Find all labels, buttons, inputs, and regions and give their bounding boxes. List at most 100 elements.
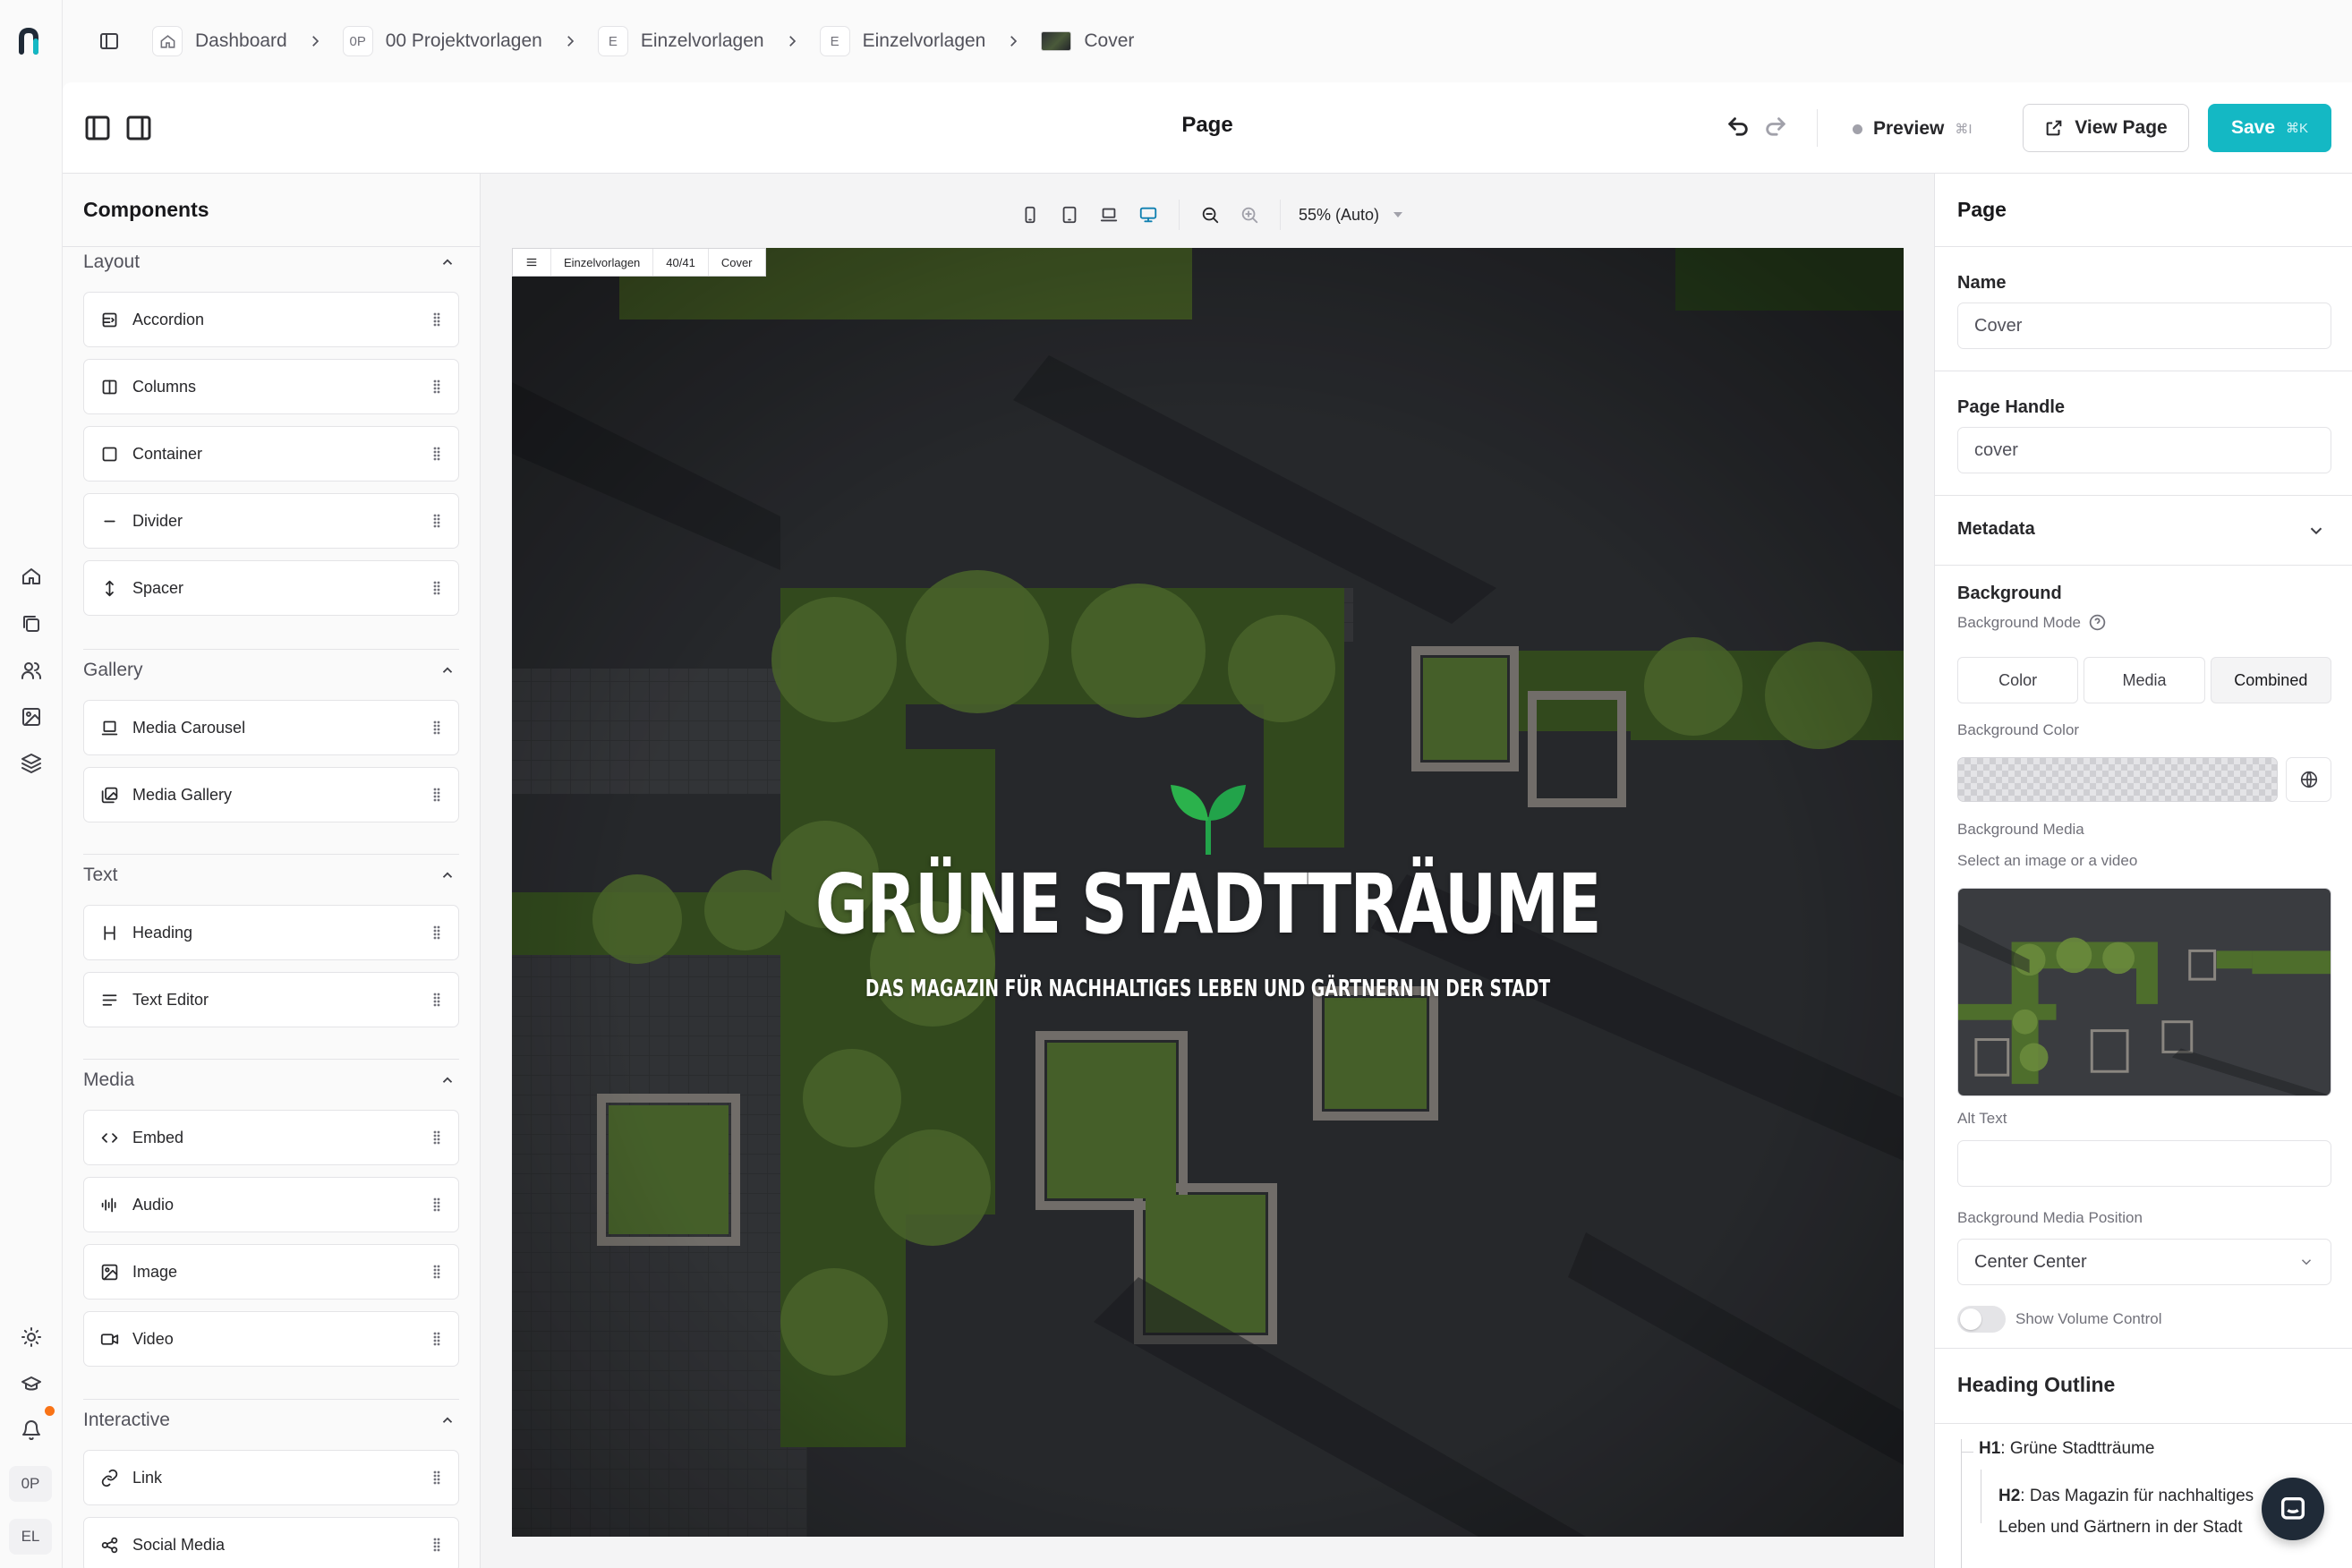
toggle-left-panel-button[interactable] [81, 111, 115, 145]
drag-handle-icon[interactable] [433, 1197, 440, 1212]
background-mode-media[interactable]: Media [2084, 657, 2205, 703]
component-item-text-editor[interactable]: Text Editor [83, 972, 459, 1027]
support-chat-button[interactable] [2262, 1478, 2324, 1540]
drag-handle-icon[interactable] [433, 1265, 440, 1279]
color-globe-button[interactable] [2286, 757, 2331, 802]
drag-handle-icon[interactable] [433, 788, 440, 802]
background-mode-combined[interactable]: Combined [2210, 657, 2331, 703]
outline-h1[interactable]: H1: Grüne Stadtträume [1979, 1439, 2154, 1459]
zoom-select[interactable]: 55% (Auto) [1299, 206, 1404, 225]
zoom-out-button[interactable] [1190, 195, 1230, 234]
background-media-thumbnail[interactable] [1957, 888, 2331, 1096]
breadcrumb-item-current-page[interactable]: Cover [1041, 30, 1134, 52]
section-header[interactable]: Media [83, 1062, 459, 1098]
component-item-container[interactable]: Container [83, 426, 459, 481]
hero-subheading[interactable]: DAS MAGAZIN FÜR NACHHALTIGES LEBEN UND G… [707, 976, 1709, 1002]
breadcrumb-item-dashboard[interactable]: Dashboard [152, 26, 287, 56]
alt-text-input[interactable] [1957, 1140, 2331, 1187]
drag-handle-icon[interactable] [433, 312, 440, 327]
redo-button[interactable] [1760, 111, 1792, 143]
component-item-divider[interactable]: Divider [83, 493, 459, 549]
drag-handle-icon[interactable] [433, 925, 440, 940]
save-button[interactable]: Save ⌘K [2208, 104, 2331, 152]
page-preview-frame[interactable]: GRÜNE STADTTRÄUME DAS MAGAZIN FÜR NACHHA… [512, 248, 1904, 1537]
device-tablet-button[interactable] [1050, 195, 1089, 234]
media-library-icon[interactable] [18, 703, 45, 730]
device-mobile-button[interactable] [1010, 195, 1050, 234]
component-item-social-media[interactable]: Social Media [83, 1517, 459, 1568]
breadcrumb-item-collection[interactable]: E Einzelvorlagen [597, 26, 764, 56]
drag-handle-icon[interactable] [433, 447, 440, 461]
component-item-label: Text Editor [132, 990, 209, 1009]
breadcrumb-bar: Dashboard 0P 00 Projektvorlagen E Einzel… [63, 0, 2352, 82]
outline-h2-tag: H2 [1998, 1487, 2021, 1505]
component-item-embed[interactable]: Embed [83, 1110, 459, 1165]
sidebar-toggle-button[interactable] [89, 21, 129, 61]
device-desktop-button[interactable] [1129, 195, 1168, 234]
component-item-video[interactable]: Video [83, 1311, 459, 1367]
drag-handle-icon[interactable] [433, 1332, 440, 1346]
media-position-select[interactable]: Center Center [1957, 1239, 2331, 1285]
outline-h2[interactable]: H2: Das Magazin für nachhaltiges Leben u… [1998, 1480, 2276, 1543]
layers-icon[interactable] [18, 750, 45, 777]
background-mode-color[interactable]: Color [1957, 657, 2079, 703]
section-header[interactable]: Layout [83, 244, 459, 280]
chat-icon [2280, 1496, 2305, 1520]
home-icon[interactable] [18, 563, 45, 590]
user-avatar[interactable]: EL [9, 1519, 52, 1555]
background-color-swatch[interactable] [1957, 757, 2278, 802]
workspace-chip[interactable]: 0P [9, 1466, 52, 1502]
component-item-media-gallery[interactable]: Media Gallery [83, 767, 459, 822]
preview-toggle[interactable]: Preview ⌘I [1853, 107, 1973, 150]
component-item-accordion[interactable]: Accordion [83, 292, 459, 347]
theme-sun-icon[interactable] [18, 1324, 45, 1351]
component-item-heading[interactable]: Heading [83, 905, 459, 960]
menu-icon[interactable] [513, 249, 551, 276]
section-header[interactable]: Gallery [83, 652, 459, 688]
academy-icon[interactable] [18, 1370, 45, 1397]
help-circle-icon[interactable] [2088, 613, 2107, 632]
device-laptop-button[interactable] [1089, 195, 1129, 234]
globe-icon [2300, 771, 2317, 788]
drag-handle-icon[interactable] [433, 379, 440, 394]
pages-icon[interactable] [18, 610, 45, 637]
component-item-media-carousel[interactable]: Media Carousel [83, 700, 459, 755]
view-page-button[interactable]: View Page [2023, 104, 2189, 152]
volume-control-toggle[interactable] [1957, 1306, 2006, 1333]
drag-handle-icon[interactable] [433, 720, 440, 735]
drag-handle-icon[interactable] [433, 514, 440, 528]
component-item-audio[interactable]: Audio [83, 1177, 459, 1232]
component-item-label: Embed [132, 1128, 184, 1146]
section-divider [83, 854, 459, 855]
drag-handle-icon[interactable] [433, 1470, 440, 1485]
app-logo-icon[interactable] [16, 25, 47, 55]
drag-handle-icon[interactable] [433, 581, 440, 595]
section-header[interactable]: Text [83, 857, 459, 893]
handle-input[interactable] [1957, 427, 2331, 473]
toolbar-divider [1178, 200, 1180, 230]
right-panel-icon [126, 115, 151, 141]
outline-h1-tag: H1 [1979, 1439, 2001, 1458]
hero-heading[interactable]: GRÜNE STADTTRÄUME [665, 856, 1751, 952]
breadcrumb-item-subcollection[interactable]: E Einzelvorlagen [819, 26, 985, 56]
breadcrumb-item-project[interactable]: 0P 00 Projektvorlagen [342, 26, 542, 56]
users-icon[interactable] [18, 657, 45, 684]
drag-handle-icon[interactable] [433, 993, 440, 1007]
section-header[interactable]: Interactive [83, 1402, 459, 1438]
component-item-image[interactable]: Image [83, 1244, 459, 1300]
component-item-columns[interactable]: Columns [83, 359, 459, 414]
embed-icon [99, 1128, 119, 1147]
notifications-bell-icon[interactable] [18, 1417, 45, 1444]
component-item-link[interactable]: Link [83, 1450, 459, 1505]
name-input[interactable] [1957, 303, 2331, 349]
frame-page-tag[interactable]: Einzelvorlagen 40/41 Cover [512, 248, 766, 277]
tablet-icon [1062, 206, 1077, 224]
metadata-section[interactable]: Metadata [1935, 496, 2352, 566]
drag-handle-icon[interactable] [433, 1538, 440, 1552]
component-item-spacer[interactable]: Spacer [83, 560, 459, 616]
drag-handle-icon[interactable] [433, 1130, 440, 1145]
zoom-in-button[interactable] [1230, 195, 1269, 234]
component-item-label: Container [132, 444, 203, 463]
undo-button[interactable] [1722, 111, 1754, 143]
toggle-right-panel-button[interactable] [122, 111, 156, 145]
